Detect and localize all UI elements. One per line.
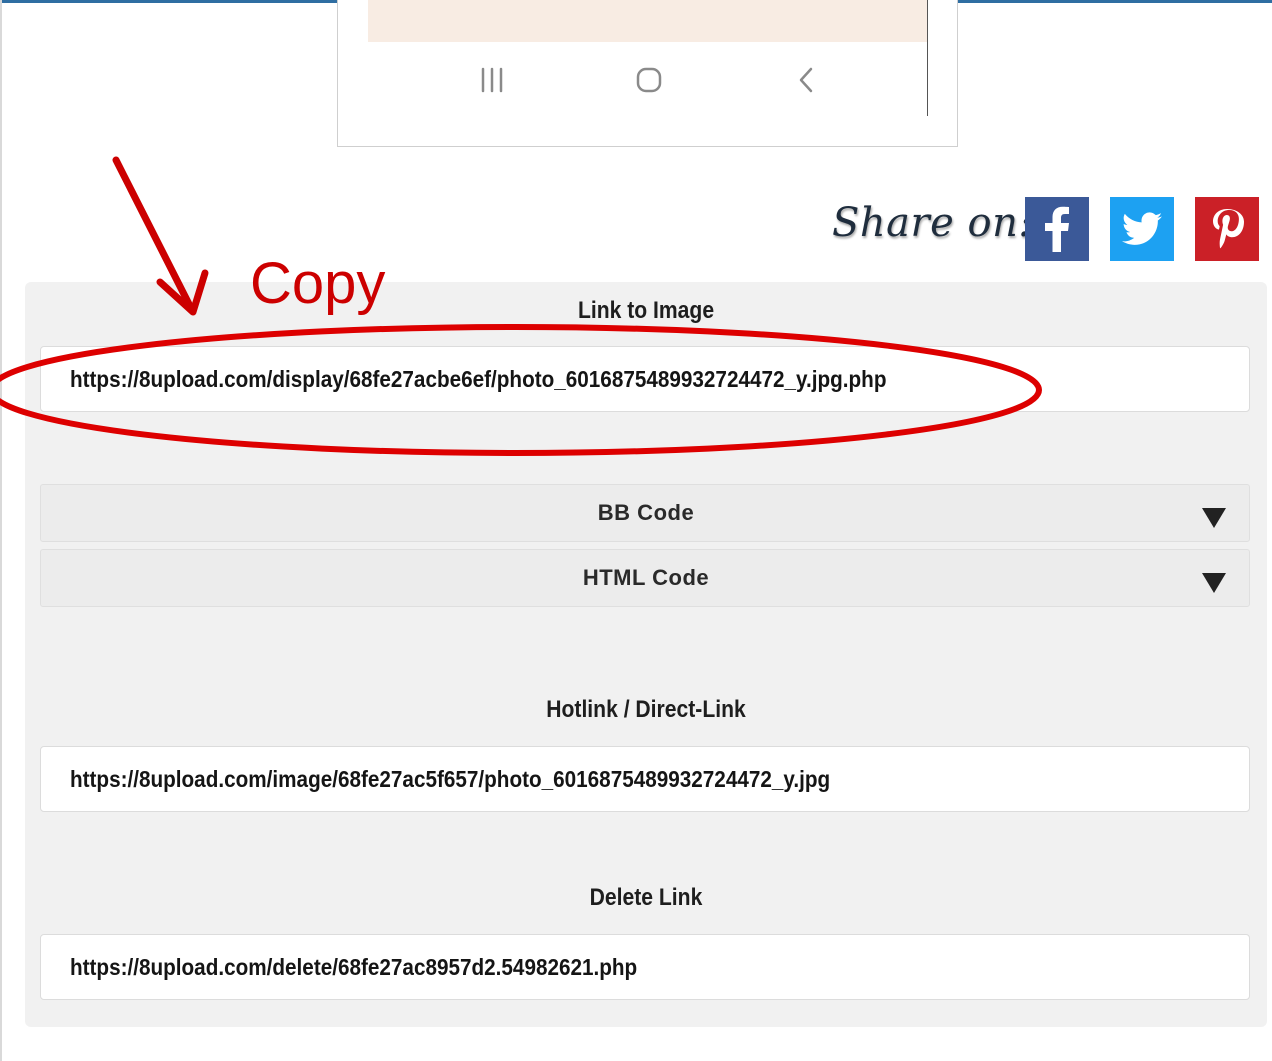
twitter-share-button[interactable] [1110, 197, 1174, 261]
preview-image-area [368, 0, 927, 42]
share-label: Share on: [832, 200, 1033, 246]
pinterest-share-button[interactable] [1195, 197, 1259, 261]
hotlink-title: Hotlink / Direct-Link [546, 696, 746, 723]
facebook-share-button[interactable] [1025, 197, 1089, 261]
back-icon [786, 60, 826, 100]
twitter-icon [1122, 212, 1162, 245]
bb-code-accordion[interactable]: BB Code [40, 484, 1250, 542]
html-code-accordion[interactable]: HTML Code [40, 549, 1250, 607]
link-to-image-field[interactable]: https://8upload.com/display/68fe27acbe6e… [40, 346, 1250, 412]
delete-link-value: https://8upload.com/delete/68fe27ac8957d… [70, 953, 638, 980]
facebook-icon [1045, 206, 1069, 252]
hotlink-value: https://8upload.com/image/68fe27ac5f657/… [70, 765, 831, 792]
triangle-down-icon [1202, 508, 1226, 528]
copy-annotation-label: Copy [250, 251, 386, 316]
preview-divider [927, 0, 928, 116]
delete-link-field[interactable]: https://8upload.com/delete/68fe27ac8957d… [40, 934, 1250, 1000]
triangle-down-icon [1202, 573, 1226, 593]
links-panel: Link to Image https://8upload.com/displa… [25, 282, 1267, 1027]
html-code-label: HTML Code [582, 565, 710, 590]
link-to-image-value: https://8upload.com/display/68fe27acbe6e… [70, 365, 887, 392]
home-icon [629, 60, 669, 100]
bb-code-label: BB Code [597, 500, 695, 525]
delete-link-title: Delete Link [589, 884, 703, 911]
left-border [0, 0, 2, 1061]
image-preview [337, 0, 958, 147]
pinterest-icon [1213, 209, 1244, 249]
hotlink-field[interactable]: https://8upload.com/image/68fe27ac5f657/… [40, 746, 1250, 812]
recents-icon [472, 60, 512, 100]
